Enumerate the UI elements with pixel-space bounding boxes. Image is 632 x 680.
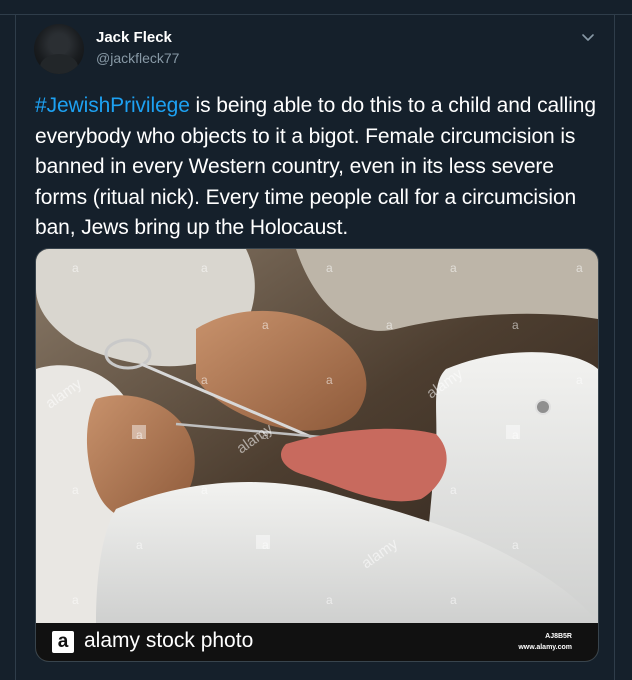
watermark-mark: a [450, 483, 457, 497]
author-handle[interactable]: @jackfleck77 [96, 50, 179, 66]
watermark-mark: a [450, 261, 457, 275]
watermark-mark: a [326, 373, 333, 387]
watermark-mark: a [512, 538, 519, 552]
tweet-media[interactable]: a a a a a a a a a a a a a a a a a a a a … [35, 248, 599, 662]
watermark-mark: a [386, 318, 393, 332]
avatar-head [49, 34, 69, 56]
watermark-mark: a [262, 318, 269, 332]
avatar-shoulders [40, 54, 78, 74]
alamy-caption: alamy stock photo [84, 629, 254, 652]
divider-left [15, 14, 16, 680]
watermark-mark: a [72, 593, 79, 607]
watermark-mark: a [201, 261, 208, 275]
divider-right [614, 14, 615, 680]
tweet-text: #JewishPrivilege is being able to do thi… [35, 91, 610, 244]
watermark-mark: a [201, 373, 208, 387]
watermark-mark: a [450, 593, 457, 607]
photo[interactable]: a a a a a a a a a a a a a a a a a a a a … [36, 249, 598, 623]
hashtag-link[interactable]: #JewishPrivilege [35, 94, 190, 117]
snap-button [535, 399, 551, 415]
caption-bar: a alamy stock photo AJ8B5R www.alamy.com [36, 623, 598, 661]
watermark-mark: a [512, 318, 519, 332]
author-name[interactable]: Jack Fleck [96, 29, 172, 46]
avatar[interactable] [34, 24, 84, 74]
watermark-mark: a [72, 261, 79, 275]
watermark-mark: a [326, 261, 333, 275]
watermark-mark: a [576, 261, 583, 275]
watermark-mark: a [72, 483, 79, 497]
stock-site: www.alamy.com [518, 644, 572, 651]
divider-top [0, 14, 632, 15]
stock-id: AJ8B5R [545, 633, 572, 640]
watermark-mark: a [201, 483, 208, 497]
watermark-mark: a [326, 593, 333, 607]
alamy-logo: a [52, 631, 74, 653]
watermark-mark: a [576, 373, 583, 387]
chevron-down-icon[interactable] [580, 29, 596, 45]
watermark-mark: a [136, 538, 143, 552]
